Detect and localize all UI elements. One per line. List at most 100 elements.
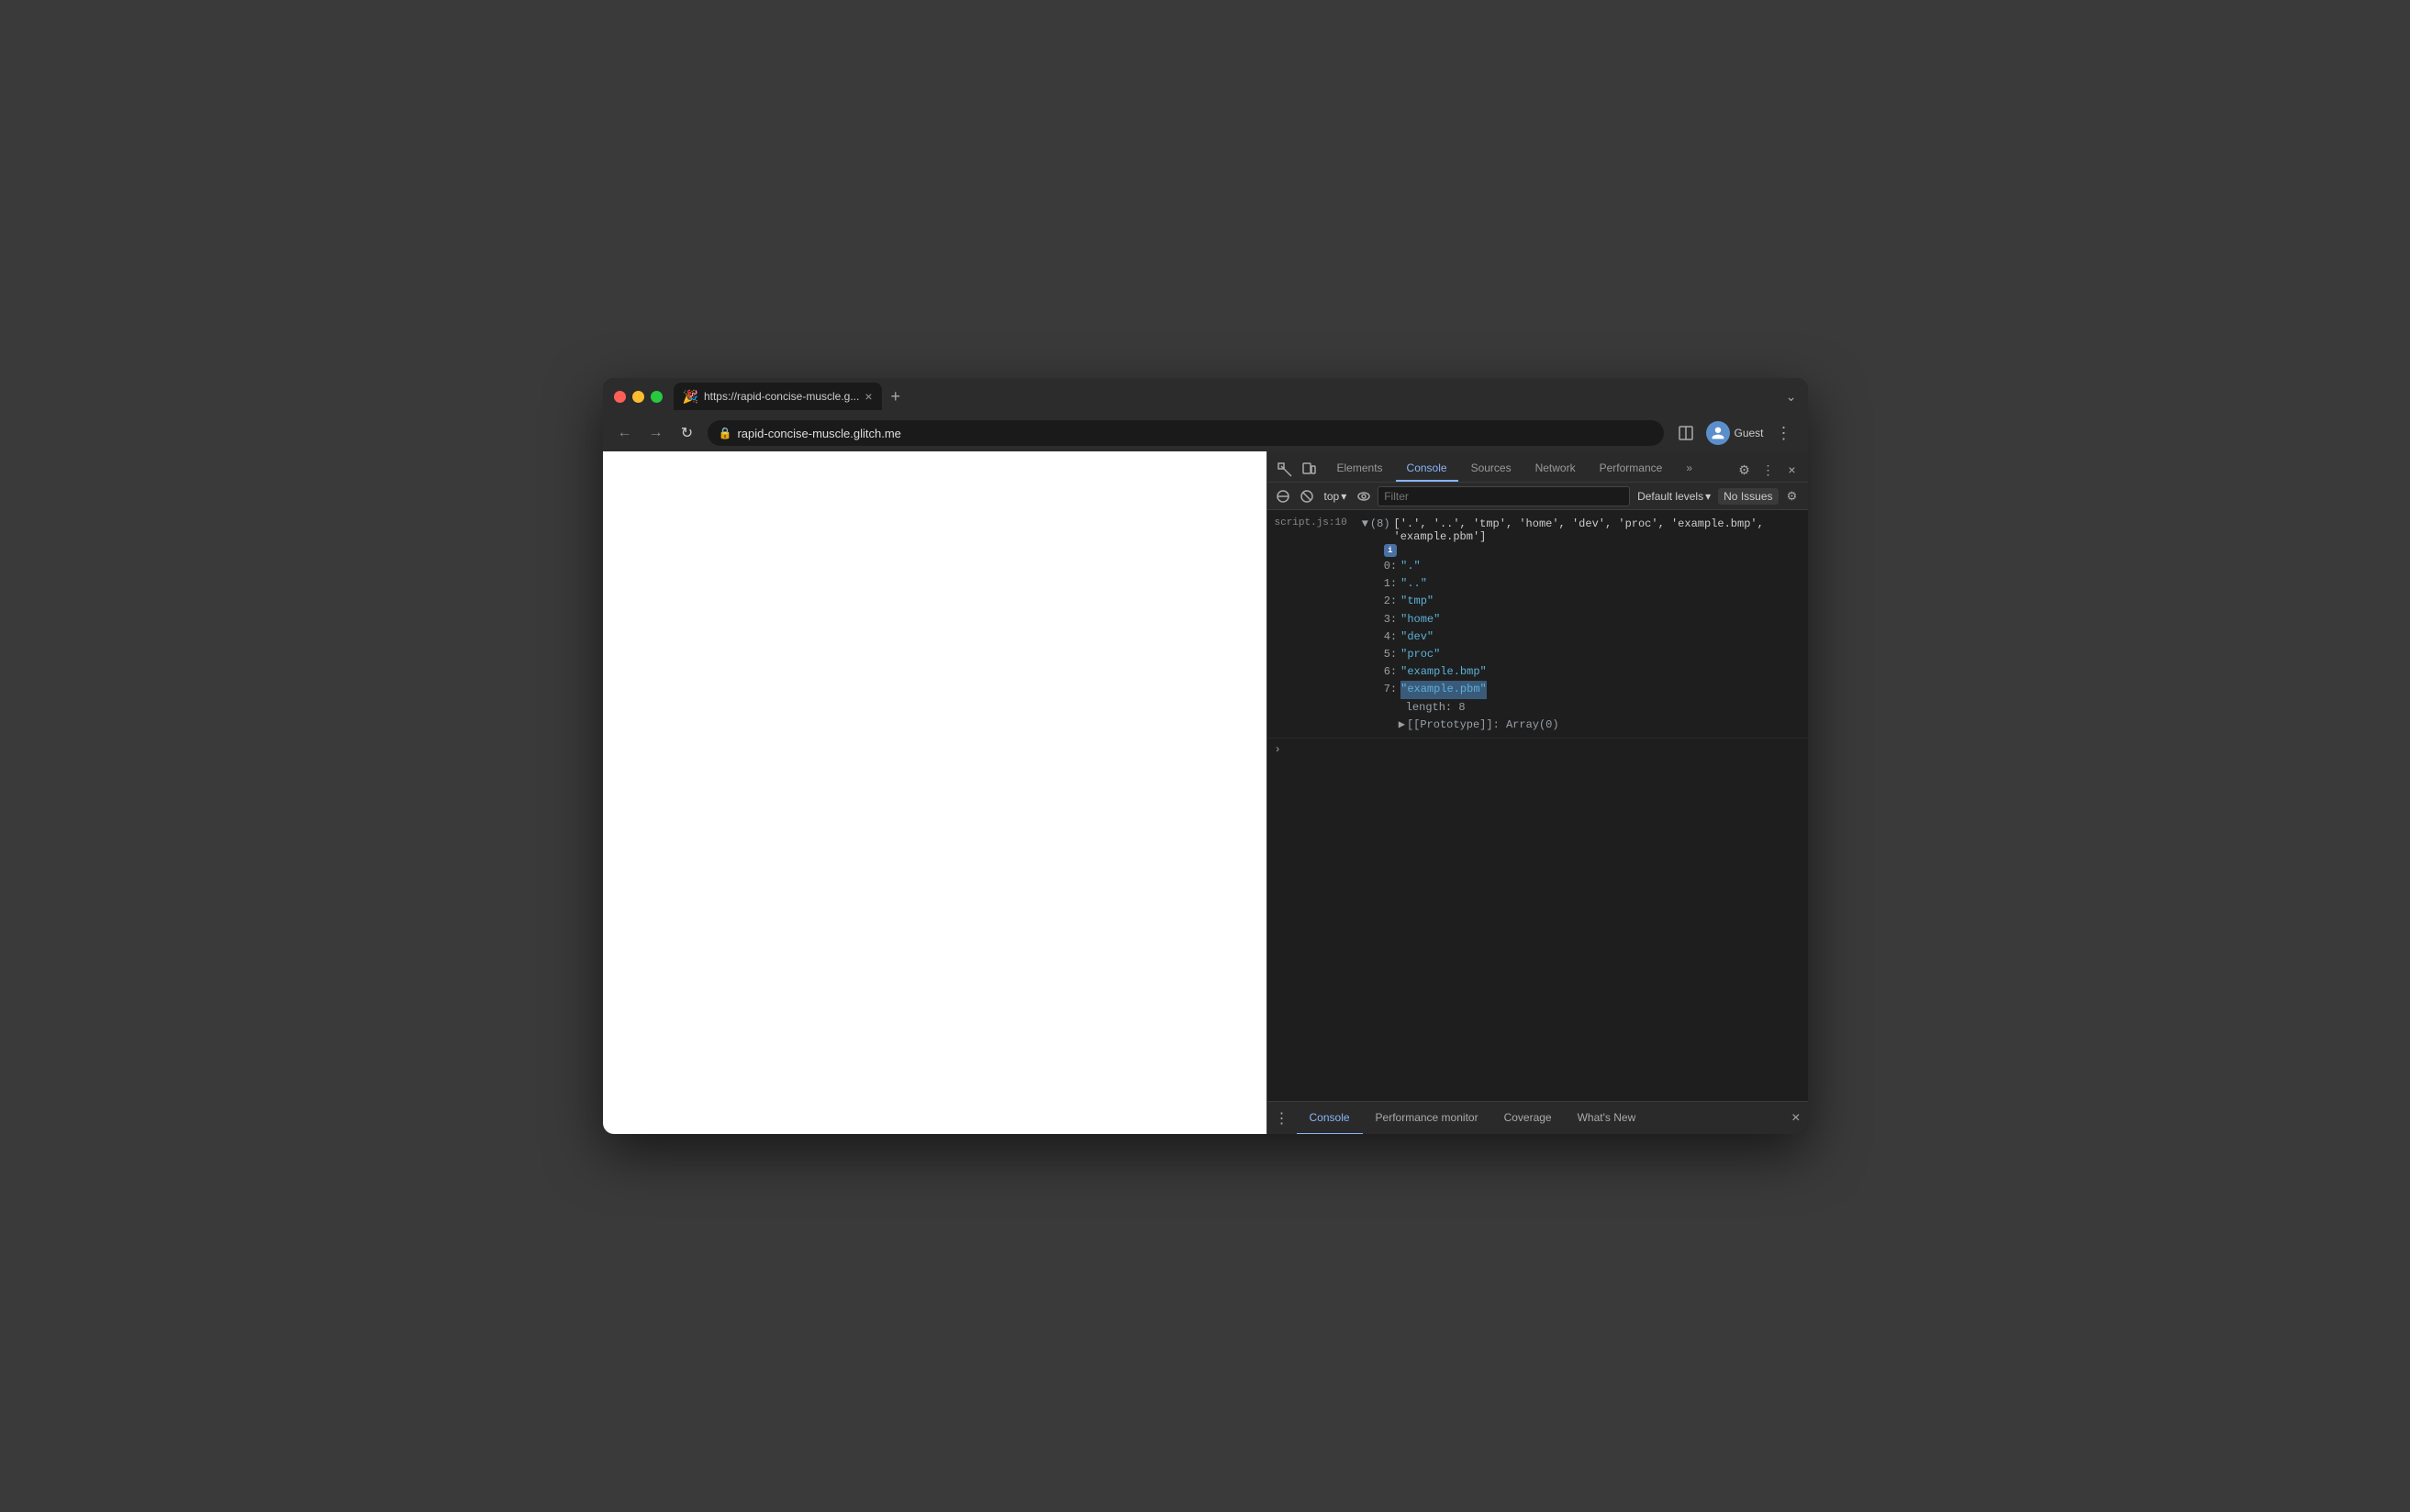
list-item: 3: "home" xyxy=(1384,611,1801,628)
array-items: i 0: "." 1: ".." 2: xyxy=(1362,543,1801,734)
list-item: 7: "example.pbm" xyxy=(1384,681,1801,698)
context-label: top xyxy=(1324,490,1340,503)
array-count: (8) xyxy=(1370,517,1390,530)
item-key: 1: xyxy=(1384,575,1397,593)
clear-console-button[interactable] xyxy=(1273,486,1293,506)
array-preview: ['.', '..', 'tmp', 'home', 'dev', 'proc'… xyxy=(1394,517,1801,543)
prototype-toggle[interactable]: ▶ xyxy=(1399,717,1405,734)
toolbar-right: Guest ⋮ xyxy=(1673,420,1796,446)
profile-avatar xyxy=(1706,421,1730,445)
info-badge: i xyxy=(1384,544,1397,557)
title-bar: 🎉 https://rapid-concise-muscle.g... × + … xyxy=(603,378,1808,415)
chrome-menu-button[interactable]: ⋮ xyxy=(1771,420,1797,446)
inspect-element-button[interactable] xyxy=(1275,460,1295,480)
devtools-tabs: Elements Console Sources Network Perform… xyxy=(1267,451,1808,483)
close-button[interactable] xyxy=(614,391,626,403)
length-key: length: xyxy=(1406,699,1452,717)
log-content: ▼ (8) ['.', '..', 'tmp', 'home', 'dev', … xyxy=(1355,514,1808,738)
minimize-button[interactable] xyxy=(632,391,644,403)
devtools-toggle-button[interactable] xyxy=(1673,420,1699,446)
eye-button[interactable] xyxy=(1354,486,1374,506)
profile-button[interactable]: Guest xyxy=(1706,421,1763,445)
length-line: length: 8 xyxy=(1384,699,1801,717)
no-issues-button[interactable]: No Issues xyxy=(1718,488,1778,505)
item-val: "dev" xyxy=(1400,628,1434,646)
console-output: script.js:10 ▼ (8) ['.', '..', 'tmp', 'h… xyxy=(1267,510,1808,1101)
back-button[interactable]: ← xyxy=(614,425,636,441)
devtools-close-button[interactable]: × xyxy=(1782,460,1802,480)
device-toggle-button[interactable] xyxy=(1299,460,1319,480)
bottom-tab-performance-monitor[interactable]: Performance monitor xyxy=(1363,1102,1491,1135)
console-prompt[interactable]: › xyxy=(1267,739,1808,761)
length-val: 8 xyxy=(1452,699,1465,717)
address-input[interactable]: 🔒 rapid-concise-muscle.glitch.me xyxy=(708,420,1665,446)
list-item: 1: ".." xyxy=(1384,575,1801,593)
item-val: "proc" xyxy=(1400,646,1440,663)
bottom-tab-whats-new[interactable]: What's New xyxy=(1565,1102,1649,1135)
item-key: 5: xyxy=(1384,646,1397,663)
forward-button[interactable]: → xyxy=(645,425,667,441)
devtools-panel: Elements Console Sources Network Perform… xyxy=(1266,451,1808,1134)
tab-console[interactable]: Console xyxy=(1396,456,1458,482)
ban-icon[interactable] xyxy=(1297,486,1317,506)
lock-icon: 🔒 xyxy=(719,427,732,439)
devtools-icon-buttons xyxy=(1267,460,1326,480)
bottom-close-button[interactable]: × xyxy=(1784,1110,1807,1127)
profile-name: Guest xyxy=(1734,427,1763,439)
context-arrow-icon: ▾ xyxy=(1341,490,1346,503)
bottom-tab-console[interactable]: Console xyxy=(1297,1102,1363,1135)
item-key: 7: xyxy=(1384,681,1397,698)
array-toggle[interactable]: ▼ xyxy=(1362,517,1368,530)
maximize-button[interactable] xyxy=(651,391,663,403)
address-bar: ← → ↻ 🔒 rapid-concise-muscle.glitch.me G… xyxy=(603,415,1808,451)
item-key: 0: xyxy=(1384,558,1397,575)
browser-tab[interactable]: 🎉 https://rapid-concise-muscle.g... × xyxy=(674,383,882,410)
main-content: Elements Console Sources Network Perform… xyxy=(603,451,1808,1134)
list-item: 5: "proc" xyxy=(1384,646,1801,663)
webpage-area xyxy=(603,451,1266,1134)
item-val: "tmp" xyxy=(1400,593,1434,610)
address-text: rapid-concise-muscle.glitch.me xyxy=(737,427,900,440)
list-item: 2: "tmp" xyxy=(1384,593,1801,610)
list-item: 6: "example.bmp" xyxy=(1384,663,1801,681)
item-key: 6: xyxy=(1384,663,1397,681)
tab-bar: 🎉 https://rapid-concise-muscle.g... × + xyxy=(674,383,1786,410)
devtools-more-button[interactable]: ⋮ xyxy=(1758,460,1779,480)
prototype-line: ▶ [[Prototype]]: Array(0) xyxy=(1384,717,1801,734)
bottom-tab-coverage[interactable]: Coverage xyxy=(1491,1102,1565,1135)
tab-elements[interactable]: Elements xyxy=(1326,456,1394,482)
list-item: 0: "." xyxy=(1384,558,1801,575)
filter-input[interactable] xyxy=(1384,490,1623,503)
item-val: "example.bmp" xyxy=(1400,663,1487,681)
log-entry: script.js:10 ▼ (8) ['.', '..', 'tmp', 'h… xyxy=(1267,514,1808,739)
tab-title: https://rapid-concise-muscle.g... xyxy=(704,390,859,403)
item-val: "." xyxy=(1400,558,1421,575)
bottom-dots-button[interactable]: ⋮ xyxy=(1267,1109,1297,1128)
log-source[interactable]: script.js:10 xyxy=(1267,514,1355,738)
devtools-actions: ⚙ ⋮ × xyxy=(1729,460,1808,480)
item-val: ".." xyxy=(1400,575,1427,593)
devtools-tab-list: Elements Console Sources Network Perform… xyxy=(1326,456,1729,482)
browser-window: 🎉 https://rapid-concise-muscle.g... × + … xyxy=(603,378,1808,1134)
item-val-highlighted: "example.pbm" xyxy=(1400,681,1487,698)
tab-chevron-icon[interactable]: ⌄ xyxy=(1786,389,1797,405)
tab-performance[interactable]: Performance xyxy=(1589,456,1674,482)
prompt-chevron-icon: › xyxy=(1275,743,1281,756)
traffic-lights xyxy=(614,391,663,403)
console-settings-button[interactable]: ⚙ xyxy=(1782,486,1802,506)
default-levels-button[interactable]: Default levels ▾ xyxy=(1634,488,1714,505)
tab-network[interactable]: Network xyxy=(1524,456,1587,482)
item-key: 4: xyxy=(1384,628,1397,646)
tab-close-button[interactable]: × xyxy=(865,390,872,403)
tab-more[interactable]: » xyxy=(1675,456,1703,482)
item-val: "home" xyxy=(1400,611,1440,628)
context-selector[interactable]: top ▾ xyxy=(1321,488,1351,505)
filter-input-wrap xyxy=(1378,486,1630,506)
tab-sources[interactable]: Sources xyxy=(1460,456,1523,482)
new-tab-button[interactable]: + xyxy=(886,387,907,406)
prototype-text: [[Prototype]]: Array(0) xyxy=(1407,717,1559,734)
refresh-button[interactable]: ↻ xyxy=(676,424,698,442)
devtools-settings-button[interactable]: ⚙ xyxy=(1735,460,1755,480)
devtools-bottom-tabs: ⋮ Console Performance monitor Coverage W… xyxy=(1267,1101,1808,1134)
item-key: 2: xyxy=(1384,593,1397,610)
